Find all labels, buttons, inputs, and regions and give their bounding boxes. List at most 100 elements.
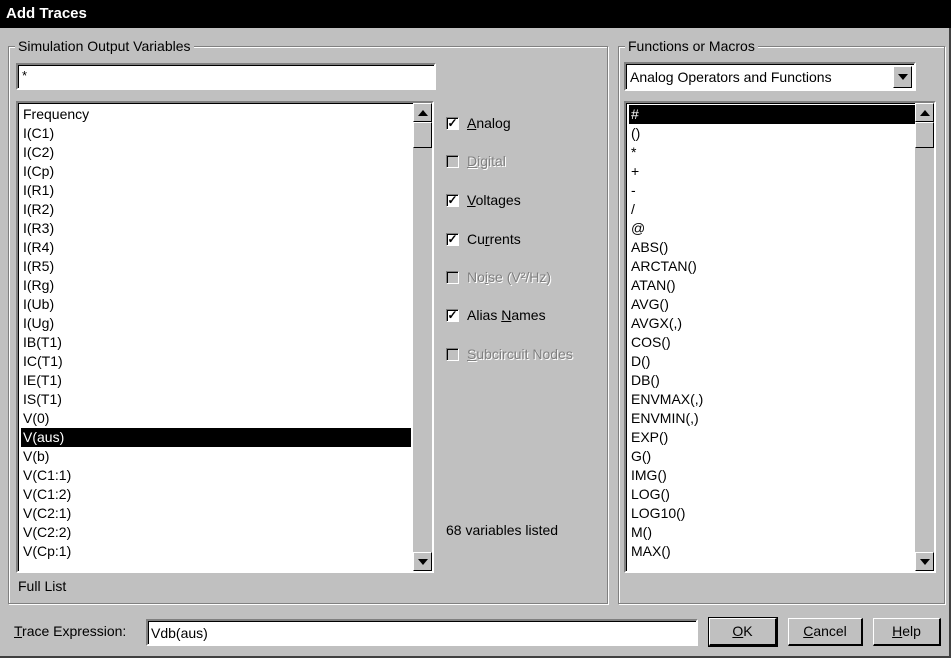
filter-input-value[interactable]: * (22, 68, 27, 83)
dialog-body: Simulation Output Variables * Frequency I… (0, 28, 951, 658)
list-item[interactable]: * (629, 143, 912, 162)
alias-names-checkbox[interactable]: ✓ Alias Names (446, 307, 546, 323)
trace-expression-label: Trace Expression: (14, 623, 127, 639)
list-item[interactable]: AVGX(,) (629, 314, 912, 333)
list-item[interactable]: V(aus) (21, 428, 411, 447)
variables-scrollbar[interactable] (413, 103, 432, 571)
list-item[interactable]: V(C1:1) (21, 466, 411, 485)
output-vars-group-label: Simulation Output Variables (15, 37, 194, 55)
list-item[interactable]: ENVMIN(,) (629, 409, 912, 428)
scroll-thumb[interactable] (413, 122, 432, 148)
voltages-check-box[interactable]: ✓ (446, 193, 459, 207)
list-item[interactable]: MAX() (629, 542, 912, 561)
trace-expression-input[interactable]: Vdb(aus) (146, 619, 698, 646)
noise-check-box (446, 270, 459, 284)
functions-dropdown-value: Analog Operators and Functions (630, 69, 832, 85)
list-item[interactable]: I(C1) (21, 124, 411, 143)
window-title: Add Traces (6, 5, 87, 22)
digital-checkbox: Digital (446, 153, 506, 169)
list-item[interactable]: IE(T1) (21, 371, 411, 390)
arrow-down-icon (418, 559, 428, 565)
chevron-down-icon (898, 74, 908, 80)
ok-button[interactable]: OK (708, 617, 778, 647)
list-item[interactable]: LOG10() (629, 504, 912, 523)
title-bar: Add Traces (0, 0, 951, 28)
arrow-up-icon (920, 110, 930, 116)
arrow-up-icon (418, 110, 428, 116)
list-item[interactable]: V(C1:2) (21, 485, 411, 504)
list-item[interactable]: I(Ub) (21, 295, 411, 314)
list-item[interactable]: I(R4) (21, 238, 411, 257)
list-item[interactable]: D() (629, 352, 912, 371)
scroll-up-button[interactable] (413, 103, 432, 122)
list-item[interactable]: I(Ug) (21, 314, 411, 333)
currents-check-box[interactable]: ✓ (446, 232, 459, 246)
list-item[interactable]: IC(T1) (21, 352, 411, 371)
alias-names-check-box[interactable]: ✓ (446, 308, 459, 322)
noise-label: Noise (V²/Hz) (467, 269, 552, 285)
list-item[interactable]: I(R1) (21, 181, 411, 200)
functions-scrollbar[interactable] (915, 103, 934, 571)
list-item[interactable]: ABS() (629, 238, 912, 257)
list-item[interactable]: ENVMAX(,) (629, 390, 912, 409)
list-item[interactable]: / (629, 200, 912, 219)
list-item[interactable]: ARCTAN() (629, 257, 912, 276)
list-item[interactable]: M() (629, 523, 912, 542)
scroll-down-button[interactable] (413, 552, 432, 571)
functions-list-items: #() * + - / @ ABS() ARCTAN() ATAN() AVG() AVGX(,) C… (629, 105, 916, 561)
list-item[interactable]: IB(T1) (21, 333, 411, 352)
list-item[interactable]: + (629, 162, 912, 181)
subcircuit-nodes-check-box (446, 347, 459, 361)
list-item[interactable]: I(C2) (21, 143, 411, 162)
noise-checkbox: Noise (V²/Hz) (446, 269, 551, 285)
variables-list-items: Frequency I(C1) I(C2) I(Cp) I(R1) I(R2) I(R3) I… (21, 105, 411, 561)
list-item[interactable]: Frequency (21, 105, 411, 124)
list-item[interactable]: I(Rg) (21, 276, 411, 295)
list-item[interactable]: ATAN() (629, 276, 912, 295)
list-item[interactable]: - (629, 181, 912, 200)
list-mode-label: Full List (18, 578, 67, 594)
list-item[interactable]: () (629, 124, 912, 143)
analog-check-box[interactable]: ✓ (446, 116, 459, 130)
list-item[interactable]: COS() (629, 333, 912, 352)
list-item[interactable]: V(C2:2) (21, 523, 411, 542)
variables-list[interactable]: Frequency I(C1) I(C2) I(Cp) I(R1) I(R2) I(R3) I… (16, 101, 434, 573)
filter-input[interactable]: * (16, 63, 436, 90)
list-item[interactable]: I(Cp) (21, 162, 411, 181)
subcircuit-nodes-checkbox: Subcircuit Nodes (446, 346, 573, 362)
list-item[interactable]: AVG() (629, 295, 912, 314)
currents-label: Currents (467, 231, 521, 247)
functions-scroll-thumb[interactable] (915, 122, 934, 148)
list-item[interactable]: V(0) (21, 409, 411, 428)
list-item[interactable]: V(b) (21, 447, 411, 466)
analog-checkbox[interactable]: ✓ Analog (446, 115, 511, 131)
currents-checkbox[interactable]: ✓ Currents (446, 231, 521, 247)
list-item[interactable]: LOG() (629, 485, 912, 504)
list-item[interactable]: I(R5) (21, 257, 411, 276)
dropdown-button[interactable] (893, 66, 912, 88)
list-item[interactable]: EXP() (629, 428, 912, 447)
alias-names-label: Alias Names (467, 307, 546, 323)
list-item[interactable]: I(R2) (21, 200, 411, 219)
list-item[interactable]: @ (629, 219, 912, 238)
list-item[interactable]: V(Cp:1) (21, 542, 411, 561)
functions-dropdown[interactable]: Analog Operators and Functions (624, 62, 916, 91)
functions-list[interactable]: #() * + - / @ ABS() ARCTAN() ATAN() AVG() AVGX(,) C… (624, 101, 936, 573)
list-item[interactable]: I(R3) (21, 219, 411, 238)
digital-check-box (446, 154, 459, 168)
list-item[interactable]: G() (629, 447, 912, 466)
list-item[interactable]: IS(T1) (21, 390, 411, 409)
list-item[interactable]: # (629, 105, 916, 124)
cancel-button[interactable]: Cancel (788, 618, 863, 646)
digital-label: Digital (467, 153, 506, 169)
functions-group-label: Functions or Macros (625, 37, 758, 55)
list-item[interactable]: DB() (629, 371, 912, 390)
voltages-checkbox[interactable]: ✓ Voltages (446, 192, 521, 208)
functions-scroll-up-button[interactable] (915, 103, 934, 122)
list-item[interactable]: IMG() (629, 466, 912, 485)
help-button[interactable]: Help (873, 618, 941, 646)
list-item[interactable]: V(C2:1) (21, 504, 411, 523)
analog-label: Analog (467, 115, 511, 131)
functions-scroll-down-button[interactable] (915, 552, 934, 571)
trace-expression-value[interactable]: Vdb(aus) (151, 625, 208, 641)
